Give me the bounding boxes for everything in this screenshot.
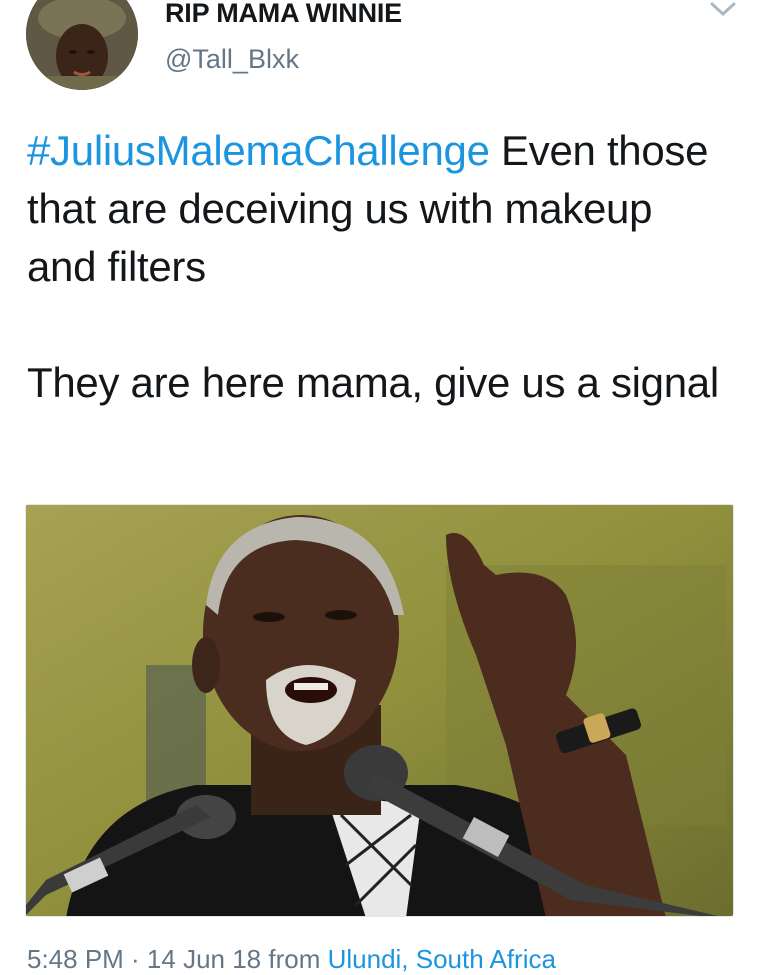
- tweet-media-photo[interactable]: [25, 504, 734, 917]
- chevron-down-icon[interactable]: [706, 0, 740, 20]
- photo-speaker-at-microphones: [26, 505, 733, 916]
- author-handle[interactable]: @Tall_Blxk: [165, 44, 299, 75]
- hashtag-link[interactable]: #JuliusMalemaChallenge: [27, 127, 490, 174]
- timestamp-text[interactable]: 5:48 PM · 14 Jun 18 from: [27, 944, 328, 974]
- avatar[interactable]: [26, 0, 138, 90]
- tweet-text: #JuliusMalemaChallenge Even those that a…: [27, 122, 732, 412]
- location-link[interactable]: Ulundi, South Africa: [328, 944, 556, 974]
- author-display-name[interactable]: RIP MAMA WINNIE: [165, 0, 402, 29]
- tweet-paragraph-1: #JuliusMalemaChallenge Even those that a…: [27, 122, 732, 296]
- avatar-image: [26, 0, 138, 90]
- tweet-paragraph-2: They are here mama, give us a signal: [27, 359, 719, 406]
